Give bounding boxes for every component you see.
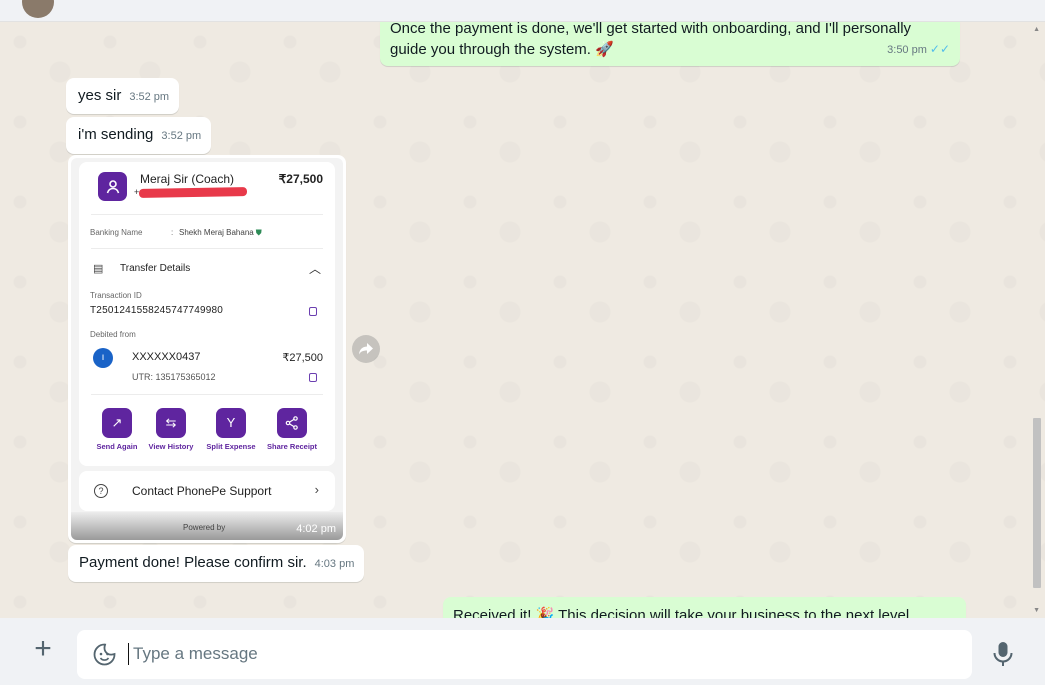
- action-label: Send Again: [96, 442, 138, 451]
- message-input[interactable]: [133, 641, 933, 667]
- transfer-details-label: Transfer Details: [120, 263, 191, 274]
- microphone-icon[interactable]: [990, 640, 1016, 668]
- transaction-id-label: Transaction ID: [90, 291, 142, 300]
- divider: [91, 248, 323, 249]
- list-icon: ▤: [93, 263, 104, 275]
- action-label: Split Expense: [206, 442, 256, 451]
- debited-from-label: Debited from: [90, 330, 136, 339]
- text-caret: [128, 643, 129, 665]
- verified-shield-icon: ⛊: [255, 228, 262, 237]
- message-time: 3:50 pm: [887, 44, 927, 56]
- chevron-right-icon: ›: [314, 482, 319, 497]
- arrow-up-right-icon: ↗: [102, 408, 132, 438]
- incoming-message[interactable]: Payment done! Please confirm sir. 4:03 pm: [68, 545, 365, 582]
- scrollbar-thumb[interactable]: [1033, 418, 1041, 588]
- split-expense-action: Y Split Expense: [202, 408, 260, 451]
- contact-support-row: ? Contact PhonePe Support ›: [79, 471, 335, 511]
- chevron-up-icon: ︿: [308, 262, 321, 276]
- help-icon: ?: [94, 484, 108, 498]
- banking-name-label: Banking Name: [90, 228, 143, 237]
- message-list[interactable]: Once the payment is done, we'll get star…: [0, 22, 1045, 618]
- read-ticks-icon: ✓✓: [929, 42, 950, 56]
- action-label: View History: [148, 442, 194, 451]
- message-text: Received it!: [453, 607, 532, 618]
- payment-receipt-image[interactable]: Meraj Sir (Coach) + ₹27,500 Banking Name…: [71, 158, 343, 540]
- party-emoji: 🎉: [535, 607, 555, 618]
- message-time: 4:03 pm: [314, 558, 355, 570]
- chat-header: [0, 0, 1045, 22]
- view-history-action: ⇆ View History: [142, 408, 200, 451]
- message-time: 3:52 pm: [161, 130, 202, 142]
- powered-by-label: Powered by: [183, 523, 226, 532]
- message-text: i'm sending: [78, 126, 154, 143]
- message-time: 4:02 pm: [296, 523, 336, 535]
- debited-amount: ₹27,500: [282, 352, 323, 364]
- contact-support-label: Contact PhonePe Support: [132, 484, 272, 498]
- payee-name: Meraj Sir (Coach): [140, 172, 235, 186]
- share-receipt-action: Share Receipt: [263, 408, 321, 451]
- scroll-down-arrow-icon[interactable]: ▼: [1033, 607, 1040, 614]
- redaction-mark: [138, 187, 248, 198]
- utr-number: UTR: 135175365012: [132, 372, 216, 382]
- sticker-emoji-icon[interactable]: [92, 642, 117, 667]
- account-number: XXXXXX0437: [132, 351, 201, 363]
- message-input-box[interactable]: [77, 630, 972, 679]
- scroll-up-arrow-icon[interactable]: ▲: [1033, 26, 1040, 33]
- message-time: 3:52 pm: [129, 91, 170, 103]
- contact-avatar[interactable]: [22, 0, 54, 18]
- message-composer: +: [0, 618, 1045, 685]
- outgoing-message[interactable]: Once the payment is done, we'll get star…: [380, 22, 960, 66]
- user-icon: [98, 172, 127, 201]
- divider: [91, 394, 323, 395]
- split-icon: Y: [216, 408, 246, 438]
- swap-arrows-icon: ⇆: [156, 408, 186, 438]
- image-message[interactable]: Meraj Sir (Coach) + ₹27,500 Banking Name…: [68, 155, 346, 543]
- rocket-emoji: 🚀: [595, 41, 614, 58]
- send-again-action: ↗ Send Again: [88, 408, 146, 451]
- message-text: guide you through the system.: [390, 41, 591, 58]
- share-icon: [277, 408, 307, 438]
- divider: [91, 214, 323, 215]
- message-text: yes sir: [78, 87, 122, 104]
- receipt-card: Meraj Sir (Coach) + ₹27,500 Banking Name…: [79, 162, 335, 466]
- action-label: Share Receipt: [266, 442, 318, 451]
- transaction-id: T2501241558245747749980: [90, 305, 224, 316]
- message-text: Payment done! Please confirm sir.: [79, 554, 307, 571]
- banking-name-value: Shekh Meraj Bahana: [179, 228, 254, 237]
- copy-icon: [309, 307, 317, 316]
- forward-icon[interactable]: [352, 335, 380, 363]
- payment-amount: ₹27,500: [278, 172, 323, 186]
- attach-plus-icon[interactable]: +: [28, 634, 58, 666]
- message-text: This decision will take your business to…: [558, 607, 914, 618]
- outgoing-message[interactable]: Received it! 🎉 This decision will take y…: [443, 597, 966, 618]
- bank-logo-icon: ı: [93, 348, 113, 368]
- copy-icon: [309, 373, 317, 382]
- incoming-message[interactable]: i'm sending 3:52 pm: [66, 117, 212, 154]
- message-text: Once the payment is done, we'll get star…: [390, 22, 912, 37]
- banking-name-separator: :: [171, 228, 174, 237]
- incoming-message[interactable]: yes sir 3:52 pm: [66, 78, 180, 114]
